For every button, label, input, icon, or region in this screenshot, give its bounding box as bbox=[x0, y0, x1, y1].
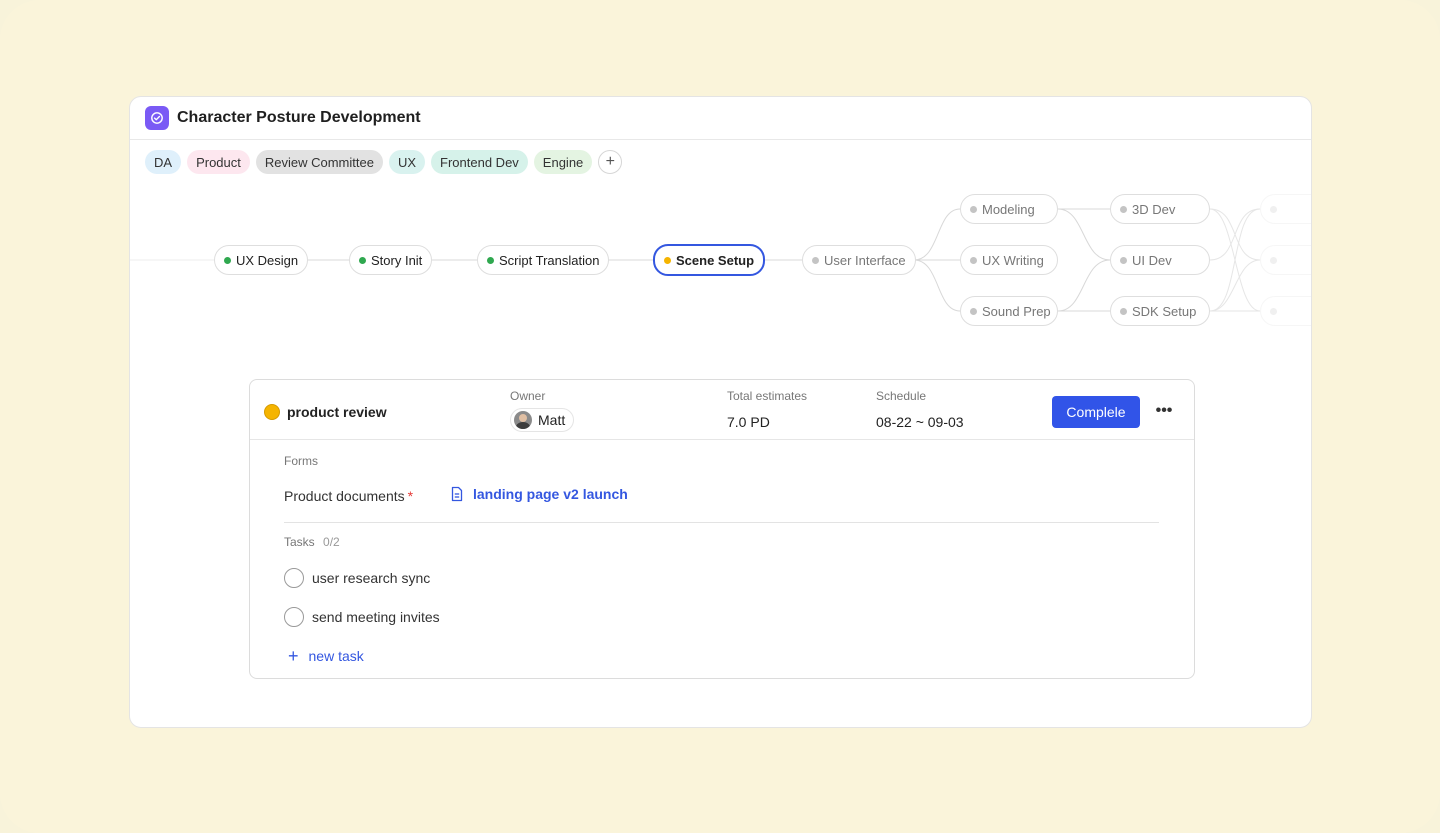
stage-detail-panel: product review Owner Matt Total estimate… bbox=[249, 379, 1195, 679]
task-label[interactable]: user research sync bbox=[312, 570, 430, 586]
flow-node-label: Sound Prep bbox=[982, 303, 1051, 319]
task-item: user research sync bbox=[284, 568, 430, 588]
project-card: Character Posture Development DA Product… bbox=[129, 96, 1312, 728]
product-documents-text: Product documents bbox=[284, 488, 405, 504]
flow-node-ui-dev[interactable]: UI Dev bbox=[1110, 245, 1210, 275]
flow-node-script-translation[interactable]: Script Translation bbox=[477, 245, 610, 275]
schedule-label: Schedule bbox=[876, 389, 927, 403]
flow-node-label: Scene Setup bbox=[676, 252, 755, 268]
document-icon bbox=[451, 486, 463, 502]
status-pending-icon bbox=[1270, 256, 1277, 264]
flow-node-label: UX Writing bbox=[982, 252, 1044, 268]
estimates-label: Total estimates bbox=[727, 389, 808, 403]
flow-node-user-interface[interactable]: User Interface bbox=[802, 245, 916, 275]
forms-label: Forms bbox=[284, 454, 318, 468]
flow-node-offscreen-1 bbox=[1260, 194, 1311, 224]
flow-node-label: UX Design bbox=[236, 252, 299, 268]
document-link[interactable]: landing page v2 launch bbox=[450, 486, 628, 502]
flow-node-story-init[interactable]: Story Init bbox=[349, 245, 433, 275]
flow-node-scene-setup[interactable]: Scene Setup bbox=[653, 244, 766, 276]
status-done-icon bbox=[487, 256, 494, 264]
new-task-button[interactable]: + new task bbox=[288, 646, 364, 666]
flow-node-label: Script Translation bbox=[499, 252, 600, 268]
flow-node-3d-dev[interactable]: 3D Dev bbox=[1110, 194, 1210, 224]
complete-button[interactable]: Complele bbox=[1052, 396, 1140, 428]
task-checkbox[interactable] bbox=[284, 607, 304, 627]
flow-node-offscreen-3 bbox=[1260, 296, 1311, 326]
flow-node-sdk-setup[interactable]: SDK Setup bbox=[1110, 296, 1210, 326]
flow-node-label: SDK Setup bbox=[1132, 303, 1197, 319]
status-pending-icon bbox=[1270, 307, 1277, 315]
owner-name: Matt bbox=[538, 412, 566, 428]
divider bbox=[284, 522, 1159, 523]
flow-node-label: User Interface bbox=[824, 252, 906, 268]
required-marker: * bbox=[407, 488, 414, 504]
status-pending-icon bbox=[1270, 205, 1277, 213]
new-task-label: new task bbox=[308, 648, 364, 664]
task-checkbox[interactable] bbox=[284, 568, 304, 588]
status-pending-icon bbox=[812, 256, 819, 264]
status-pending-icon bbox=[970, 205, 977, 213]
flow-node-ux-design[interactable]: UX Design bbox=[214, 245, 309, 275]
status-pending-icon bbox=[1120, 205, 1127, 213]
owner-chip[interactable]: Matt bbox=[510, 408, 575, 432]
stage-detail-header: product review Owner Matt Total estimate… bbox=[250, 380, 1194, 440]
status-done-icon bbox=[359, 256, 366, 264]
flow-node-label: Modeling bbox=[982, 201, 1035, 217]
status-pending-icon bbox=[1120, 307, 1127, 315]
plus-icon: + bbox=[288, 646, 299, 666]
stage-status-icon bbox=[264, 404, 280, 420]
tasks-count: 0/2 bbox=[323, 535, 340, 549]
avatar bbox=[514, 411, 532, 429]
status-pending-icon bbox=[970, 307, 977, 315]
tasks-header: Tasks 0/2 bbox=[284, 535, 340, 549]
status-done-icon bbox=[224, 256, 231, 264]
flow-node-sound-prep[interactable]: Sound Prep bbox=[960, 296, 1058, 326]
status-active-icon bbox=[664, 256, 671, 264]
owner-label: Owner bbox=[510, 389, 546, 403]
status-pending-icon bbox=[1120, 256, 1127, 264]
estimates-value: 7.0 PD bbox=[727, 414, 770, 430]
tasks-label: Tasks bbox=[284, 535, 315, 549]
product-documents-label: Product documents * bbox=[284, 488, 413, 504]
more-options-icon[interactable]: ••• bbox=[1154, 398, 1174, 426]
task-label[interactable]: send meeting invites bbox=[312, 609, 440, 625]
document-link-text[interactable]: landing page v2 launch bbox=[473, 486, 628, 502]
status-pending-icon bbox=[970, 256, 977, 264]
flow-node-label: UI Dev bbox=[1132, 252, 1172, 268]
flow-node-offscreen-2 bbox=[1260, 245, 1311, 275]
flow-node-ux-writing[interactable]: UX Writing bbox=[960, 245, 1058, 275]
flow-node-label: Story Init bbox=[371, 252, 423, 268]
flow-node-label: 3D Dev bbox=[1132, 201, 1176, 217]
schedule-value[interactable]: 08-22 ~ 09-03 bbox=[876, 414, 964, 430]
stage-name: product review bbox=[287, 404, 387, 420]
task-item: send meeting invites bbox=[284, 607, 440, 627]
flow-node-modeling[interactable]: Modeling bbox=[960, 194, 1058, 224]
